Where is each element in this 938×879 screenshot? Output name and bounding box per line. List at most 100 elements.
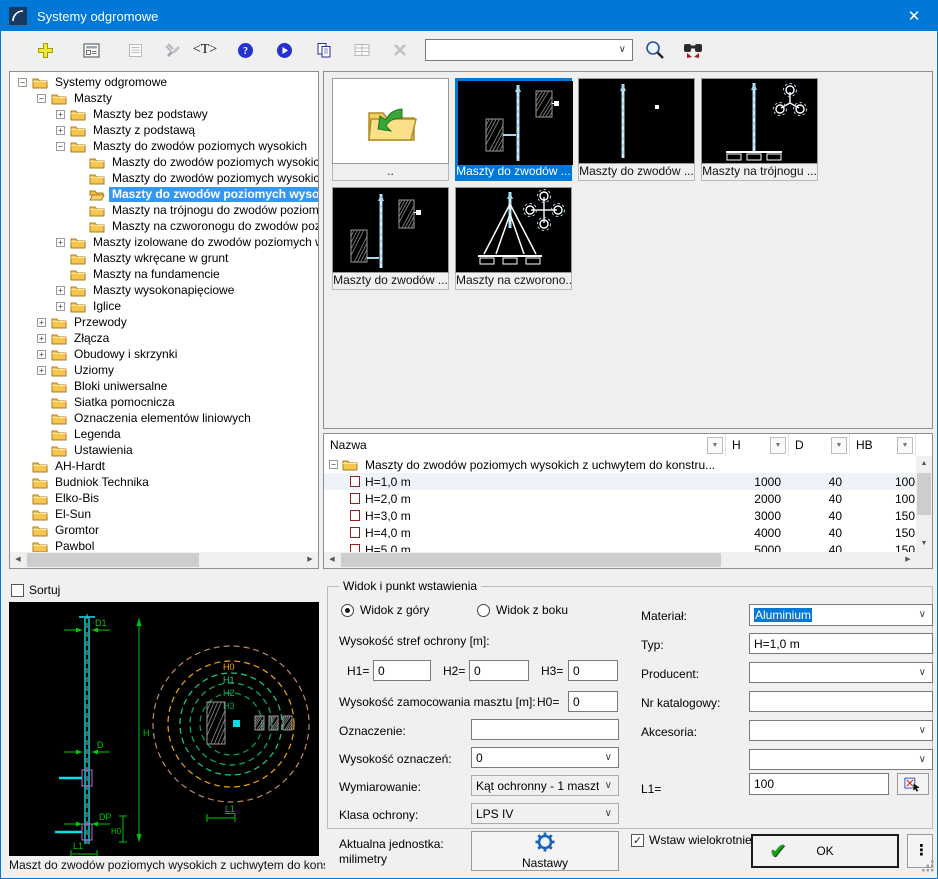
tree-item[interactable]: Bloki uniwersalne	[10, 378, 318, 394]
tree-item[interactable]: Maszty do zwodów poziomych wysokich	[10, 154, 318, 170]
tree-item[interactable]: Maszty do zwodów poziomych wysokich z u	[10, 170, 318, 186]
search-icon[interactable]	[641, 36, 669, 64]
wys-oznaczen-combo[interactable]: 0 ∨	[471, 747, 619, 768]
sort-checkbox-row[interactable]: Sortuj	[11, 583, 60, 597]
tree-item[interactable]: Ustawienia	[10, 442, 318, 458]
tree-item[interactable]: +Maszty z podstawą	[10, 122, 318, 138]
table-row[interactable]: H=5,0 m500040150	[324, 541, 916, 552]
akcesoria-combo-2[interactable]: ∨	[749, 749, 933, 770]
tree-item[interactable]: Maszty wkręcane w grunt	[10, 250, 318, 266]
tree-item[interactable]: +Maszty bez podstawy	[10, 106, 318, 122]
gallery-tile[interactable]: Maszty na czworono...	[455, 187, 572, 290]
search-input[interactable]	[429, 41, 613, 59]
list-icon[interactable]	[121, 36, 149, 64]
column-filter-icon[interactable]: ▼	[707, 437, 723, 454]
l1-input[interactable]	[749, 773, 889, 795]
radio-view-side[interactable]: Widok z boku	[477, 603, 568, 617]
akcesoria-combo[interactable]: ∨	[749, 720, 933, 741]
pick-point-button[interactable]	[897, 773, 929, 795]
radio-view-top[interactable]: Widok z góry	[341, 603, 429, 617]
wstaw-checkbox[interactable]: ✓	[631, 834, 644, 847]
expand-icon[interactable]: +	[56, 286, 65, 295]
typ-input[interactable]	[749, 633, 933, 654]
properties-icon[interactable]	[77, 36, 105, 64]
tree-item[interactable]: Siatka pomocnicza	[10, 394, 318, 410]
wymiarowanie-combo[interactable]: Kąt ochronny - 1 maszt ∨	[471, 775, 619, 796]
run-icon[interactable]	[270, 36, 298, 64]
sort-checkbox[interactable]	[11, 584, 24, 597]
tree-item[interactable]: +Maszty izolowane do zwodów poziomych wy…	[10, 234, 318, 250]
table-group-row[interactable]: −Maszty do zwodów poziomych wysokich z u…	[324, 456, 916, 473]
h3-input[interactable]	[568, 660, 618, 681]
table-row[interactable]: H=1,0 m100040100	[324, 473, 916, 490]
tree-item[interactable]: Pawbol	[10, 538, 318, 552]
expand-icon[interactable]: +	[37, 318, 46, 327]
text-icon[interactable]: <T>	[191, 36, 219, 64]
tree-item[interactable]: Maszty na fundamencie	[10, 266, 318, 282]
expand-icon[interactable]: +	[37, 366, 46, 375]
ok-button[interactable]: ✔ OK	[751, 834, 899, 868]
gallery-tile[interactable]: Maszty do zwodów ...	[578, 78, 695, 181]
oznaczenie-input[interactable]	[471, 719, 619, 740]
table-row[interactable]: H=4,0 m400040150	[324, 524, 916, 541]
expand-icon[interactable]: +	[37, 350, 46, 359]
h1-input[interactable]	[373, 660, 431, 681]
close-button[interactable]: ✕	[891, 1, 937, 31]
column-header[interactable]: Nazwa▼	[324, 434, 726, 456]
tree-item[interactable]: Gromtor	[10, 522, 318, 538]
tree-item[interactable]: Oznaczenia elementów liniowych	[10, 410, 318, 426]
table-horizontal-scrollbar[interactable]: ◀ ▶	[324, 552, 916, 568]
producent-combo[interactable]: ∨	[749, 662, 933, 683]
collapse-icon[interactable]: −	[18, 78, 27, 87]
nr-katalogowy-input[interactable]	[749, 691, 933, 712]
table-icon[interactable]	[348, 36, 376, 64]
tree-item[interactable]: +Iglice	[10, 298, 318, 314]
resize-grip[interactable]	[922, 860, 934, 875]
expand-icon[interactable]: +	[56, 238, 65, 247]
tree-item[interactable]: El-Sun	[10, 506, 318, 522]
find-icon[interactable]	[679, 36, 707, 64]
nastawy-button[interactable]: Nastawy	[471, 831, 619, 871]
tree-item[interactable]: Maszty do zwodów poziomych wyso	[10, 186, 318, 202]
tree-item[interactable]: +Przewody	[10, 314, 318, 330]
klasa-combo[interactable]: LPS IV ∨	[471, 803, 619, 824]
material-combo[interactable]: Aluminium ∨	[749, 604, 933, 626]
collapse-icon[interactable]: −	[56, 142, 65, 151]
tree-item[interactable]: −Maszty do zwodów poziomych wysokich	[10, 138, 318, 154]
h0-input[interactable]	[568, 691, 618, 712]
tree-item[interactable]: −Maszty	[10, 90, 318, 106]
tree-item[interactable]: Budniok Technika	[10, 474, 318, 490]
delete-icon[interactable]	[386, 36, 414, 64]
column-header[interactable]: HB▼	[850, 434, 916, 456]
add-icon[interactable]	[31, 36, 59, 64]
tree-item[interactable]: +Maszty wysokonapięciowe	[10, 282, 318, 298]
gallery-tile[interactable]: Maszty na trójnogu ...	[701, 78, 818, 181]
tree-item[interactable]: AH-Hardt	[10, 458, 318, 474]
expand-icon[interactable]: +	[56, 126, 65, 135]
column-filter-icon[interactable]: ▼	[897, 437, 913, 454]
gallery-tile[interactable]: Maszty do zwodów ...	[332, 187, 449, 290]
h2-input[interactable]	[469, 660, 529, 681]
tree-item[interactable]: +Uziomy	[10, 362, 318, 378]
tools-icon[interactable]	[159, 36, 187, 64]
collapse-icon[interactable]: −	[329, 460, 338, 469]
gallery-tile[interactable]: Maszty do zwodów ...	[455, 78, 572, 181]
help-icon[interactable]: ?	[231, 36, 259, 64]
tree-horizontal-scrollbar[interactable]: ◀ ▶	[10, 552, 318, 568]
tree-item[interactable]: Maszty na czworonogu do zwodów poziom	[10, 218, 318, 234]
chevron-down-icon[interactable]: ∨	[613, 40, 632, 60]
collapse-icon[interactable]: −	[37, 94, 46, 103]
gallery-tile[interactable]: ..	[332, 78, 449, 181]
table-vertical-scrollbar[interactable]: ▲ ▼	[916, 456, 932, 552]
expand-icon[interactable]: +	[56, 302, 65, 311]
tree-item[interactable]: Maszty na trójnogu do zwodów poziomych	[10, 202, 318, 218]
tree-item[interactable]: −Systemy odgromowe	[10, 74, 318, 90]
table-row[interactable]: H=2,0 m200040100	[324, 490, 916, 507]
table-row[interactable]: H=3,0 m300040150	[324, 507, 916, 524]
copy-icon[interactable]	[310, 36, 338, 64]
column-filter-icon[interactable]: ▼	[831, 437, 847, 454]
tree-item[interactable]: +Obudowy i skrzynki	[10, 346, 318, 362]
expand-icon[interactable]: +	[56, 110, 65, 119]
column-header[interactable]: D▼	[789, 434, 850, 456]
tree-item[interactable]: +Złącza	[10, 330, 318, 346]
